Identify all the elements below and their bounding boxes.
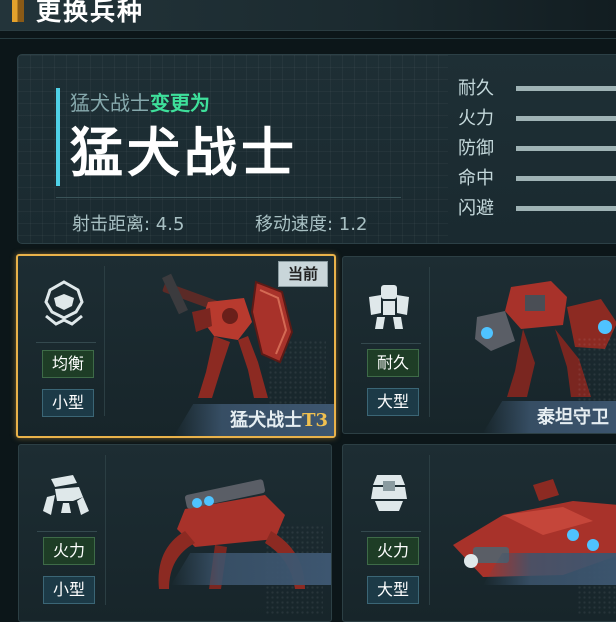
attribute-row: 闪避 — [458, 197, 616, 227]
role-badge: 火力 — [367, 537, 419, 565]
attribute-label: 耐久 — [458, 78, 494, 99]
hover-tank-mech-image — [443, 465, 616, 609]
current-unit-tag: 当前 — [278, 261, 328, 287]
attribute-bar-fill — [516, 86, 616, 91]
attribute-label: 防御 — [458, 138, 494, 159]
unit-name: 泰坦守卫 — [537, 407, 609, 428]
size-badge: 大型 — [367, 388, 419, 416]
attribute-row: 火力 — [458, 107, 616, 137]
change-verb: 变更为 — [150, 91, 210, 115]
accent-bar — [56, 88, 60, 186]
unit-summary-panel: 猛犬战士变更为 猛犬战士 射击距离: 4.5 移动速度: 1.2 耐久 火力 防… — [17, 54, 616, 244]
attribute-bar — [516, 86, 616, 91]
target-unit-name: 猛犬战士 — [70, 123, 298, 184]
unit-name-label: 泰坦守卫 — [537, 403, 609, 429]
attribute-row: 命中 — [458, 167, 616, 197]
durability-class-icon — [357, 273, 421, 337]
card-separator — [361, 343, 421, 344]
screen-header: 更换兵种 — [0, 0, 616, 31]
header-flag-icon — [12, 0, 24, 22]
card-vertical-separator — [429, 455, 430, 605]
firepower-class-icon — [357, 461, 421, 525]
role-badge: 火力 — [43, 537, 95, 565]
attribute-bar-fill — [516, 146, 616, 151]
balanced-class-icon — [32, 272, 96, 336]
screen-title: 更换兵种 — [36, 0, 145, 26]
attribute-row: 防御 — [458, 137, 616, 167]
move-speed-stat: 移动速度: 1.2 — [255, 214, 368, 235]
attribute-bar — [516, 116, 616, 121]
change-description: 猛犬战士变更为 — [70, 87, 210, 116]
shoot-range-stat: 射击距离: 4.5 — [72, 214, 185, 235]
attribute-list: 耐久 火力 防御 命中 闪避 — [458, 77, 616, 227]
role-badge: 耐久 — [367, 349, 419, 377]
unit-name-strip — [171, 553, 331, 585]
attribute-bar — [516, 176, 616, 181]
attribute-bar-fill — [516, 176, 616, 181]
role-badge: 均衡 — [42, 350, 94, 378]
firepower-class-icon — [33, 461, 97, 525]
attribute-bar-fill — [516, 206, 616, 211]
unit-name-strip — [483, 553, 616, 585]
attribute-label: 命中 — [458, 168, 494, 189]
from-unit-name: 猛犬战士 — [70, 91, 150, 115]
size-badge: 小型 — [43, 576, 95, 604]
attribute-bar-fill — [516, 116, 616, 121]
card-vertical-separator — [104, 266, 105, 416]
unit-card-firepower-small[interactable]: 火力 小型 — [18, 444, 332, 622]
attribute-row: 耐久 — [458, 77, 616, 107]
card-separator — [36, 342, 96, 343]
attribute-label: 闪避 — [458, 198, 494, 219]
card-vertical-separator — [429, 267, 430, 417]
attribute-label: 火力 — [458, 108, 494, 129]
unit-card-mastiff-warrior[interactable]: 均衡 小型 当前 猛犬战士T3 — [16, 254, 336, 438]
unit-name-label: 猛犬战士T3 — [230, 406, 328, 432]
unit-tier: T3 — [302, 410, 328, 431]
size-badge: 大型 — [367, 576, 419, 604]
size-badge: 小型 — [42, 389, 94, 417]
header-divider — [0, 38, 616, 39]
summary-divider — [56, 197, 401, 198]
card-separator — [361, 531, 421, 532]
card-vertical-separator — [105, 455, 106, 605]
unit-card-titan-guard[interactable]: 耐久 大型 泰坦守卫 — [342, 256, 616, 434]
unit-card-firepower-large[interactable]: 火力 大型 — [342, 444, 616, 622]
card-separator — [37, 531, 97, 532]
unit-name: 猛犬战士 — [230, 410, 303, 431]
attribute-bar — [516, 206, 616, 211]
attribute-bar — [516, 146, 616, 151]
